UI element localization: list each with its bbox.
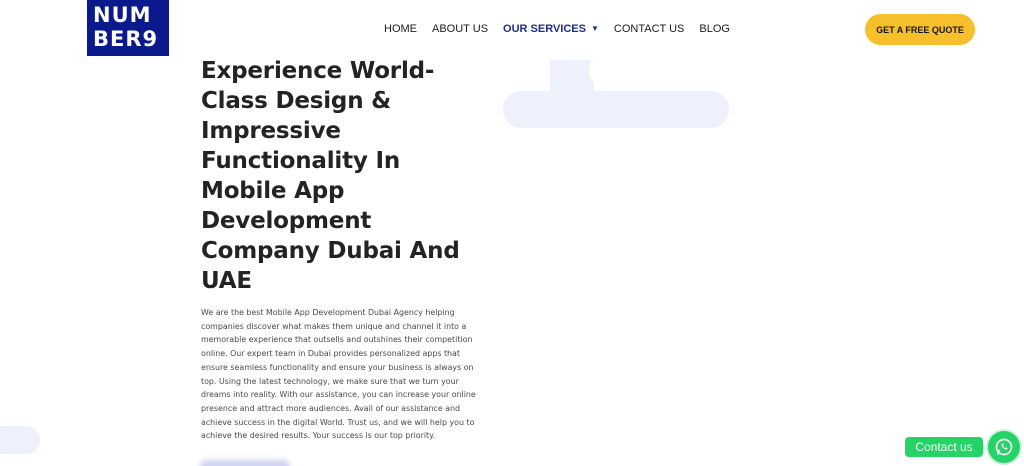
decorative-shape <box>0 426 40 454</box>
whatsapp-button[interactable] <box>988 431 1020 463</box>
decorative-shape <box>503 91 729 128</box>
decorative-shape <box>589 50 649 90</box>
nav-our-services-label: OUR SERVICES <box>503 23 586 35</box>
chevron-down-icon: ▼ <box>590 24 599 33</box>
logo-line-2: BER9 <box>93 27 159 51</box>
get-free-quote-button[interactable]: GET A FREE QUOTE <box>865 14 975 45</box>
nav-blog[interactable]: BLOG <box>699 23 730 35</box>
logo-line-1: NUM <box>93 3 152 27</box>
nav-home[interactable]: HOME <box>384 23 417 35</box>
nav-our-services[interactable]: OUR SERVICES ▼ <box>503 23 599 35</box>
logo[interactable]: NUM BER9 <box>87 0 169 56</box>
nav-about-us[interactable]: ABOUT US <box>432 23 488 35</box>
hero-description: We are the best Mobile App Development D… <box>201 308 476 441</box>
contact-us-button[interactable]: Contact us <box>905 437 983 457</box>
page: NUM BER9 HOME ABOUT US OUR SERVICES ▼ CON… <box>0 0 1024 466</box>
hero-title: Experience World-Class Design & Impressi… <box>201 58 460 294</box>
main-nav: HOME ABOUT US OUR SERVICES ▼ CONTACT US B… <box>384 23 745 35</box>
whatsapp-icon <box>995 438 1013 456</box>
nav-contact-us[interactable]: CONTACT US <box>614 23 685 35</box>
decorative-shape <box>200 460 290 466</box>
